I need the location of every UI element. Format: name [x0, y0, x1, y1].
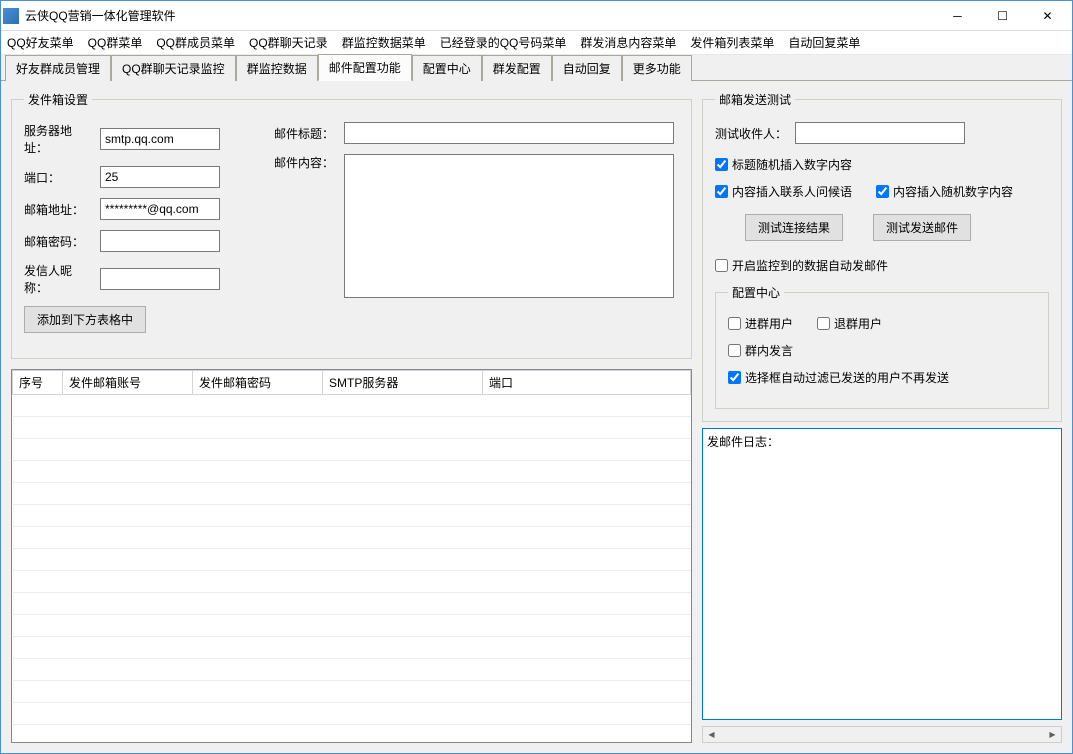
tab-5[interactable]: 群发配置	[482, 55, 552, 81]
table-row[interactable]	[13, 593, 691, 615]
chk-random-subject-label: 标题随机插入数字内容	[732, 156, 852, 173]
email-label: 邮箱地址：	[24, 201, 94, 218]
chk-auto-send[interactable]	[715, 259, 728, 272]
tab-2[interactable]: 群监控数据	[236, 55, 318, 81]
col-header-2[interactable]: 发件邮箱密码	[193, 371, 323, 395]
body-label: 邮件内容：	[274, 154, 338, 171]
server-input[interactable]	[100, 128, 220, 150]
tab-7[interactable]: 更多功能	[622, 55, 692, 81]
table-row[interactable]	[13, 439, 691, 461]
tab-3[interactable]: 邮件配置功能	[318, 54, 412, 81]
tab-0[interactable]: 好友群成员管理	[5, 55, 111, 81]
table-row[interactable]	[13, 417, 691, 439]
chk-leave-user[interactable]	[817, 317, 830, 330]
chk-insert-greeting-label: 内容插入联系人问候语	[732, 183, 852, 200]
server-label: 服务器地址：	[24, 122, 94, 156]
col-header-3[interactable]: SMTP服务器	[323, 371, 483, 395]
menu-item-8[interactable]: 自动回复菜单	[788, 34, 860, 51]
tab-1[interactable]: QQ群聊天记录监控	[111, 55, 236, 81]
scroll-right-icon[interactable]: ▶	[1044, 727, 1061, 742]
log-box[interactable]: 发邮件日志：	[702, 428, 1062, 720]
subject-input[interactable]	[344, 122, 674, 144]
menu-item-3[interactable]: QQ群聊天记录	[249, 34, 328, 51]
tabbar: 好友群成员管理QQ群聊天记录监控群监控数据邮件配置功能配置中心群发配置自动回复更…	[1, 55, 1072, 81]
email-input[interactable]	[100, 198, 220, 220]
password-label: 邮箱密码：	[24, 233, 94, 250]
table-row[interactable]	[13, 681, 691, 703]
menu-item-6[interactable]: 群发消息内容菜单	[580, 34, 676, 51]
chk-insert-random-label: 内容插入随机数字内容	[893, 183, 1013, 200]
test-send-button[interactable]: 测试发送邮件	[873, 214, 971, 241]
col-header-4[interactable]: 端口	[483, 371, 691, 395]
table-row[interactable]	[13, 527, 691, 549]
app-icon	[3, 8, 19, 24]
window-title: 云侠QQ营销一体化管理软件	[25, 7, 935, 24]
sender-table[interactable]: 序号发件邮箱账号发件邮箱密码SMTP服务器端口	[11, 369, 692, 743]
table-row[interactable]	[13, 637, 691, 659]
config-center-group: 配置中心 进群用户 退群用户 群内发言	[715, 284, 1049, 409]
chk-group-speak-label: 群内发言	[745, 342, 793, 359]
sender-settings-group: 发件箱设置 服务器地址： 端口： 邮箱地址：	[11, 91, 692, 359]
menu-item-2[interactable]: QQ群成员菜单	[156, 34, 235, 51]
test-send-group: 邮箱发送测试 测试收件人： 标题随机插入数字内容 内容插入联系人问候语	[702, 91, 1062, 422]
recipient-input[interactable]	[795, 122, 965, 144]
nick-input[interactable]	[100, 268, 220, 290]
table-row[interactable]	[13, 571, 691, 593]
menu-item-1[interactable]: QQ群菜单	[88, 34, 143, 51]
table-row[interactable]	[13, 395, 691, 417]
table-row[interactable]	[13, 703, 691, 725]
add-to-table-button[interactable]: 添加到下方表格中	[24, 306, 146, 333]
maximize-button[interactable]: ☐	[980, 2, 1025, 30]
col-header-0[interactable]: 序号	[13, 371, 63, 395]
config-legend: 配置中心	[728, 284, 784, 301]
menu-item-0[interactable]: QQ好友菜单	[7, 34, 74, 51]
table-row[interactable]	[13, 505, 691, 527]
port-label: 端口：	[24, 169, 94, 186]
scroll-left-icon[interactable]: ◀	[703, 727, 720, 742]
body-textarea[interactable]	[344, 154, 674, 298]
menubar: QQ好友菜单 QQ群菜单 QQ群成员菜单 QQ群聊天记录群监控数据菜单已经登录的QQ号…	[1, 31, 1072, 55]
test-connection-button[interactable]: 测试连接结果	[745, 214, 843, 241]
menu-item-7[interactable]: 发件箱列表菜单	[690, 34, 774, 51]
chk-join-user-label: 进群用户	[745, 315, 793, 332]
titlebar: 云侠QQ营销一体化管理软件 ─ ☐ ✕	[1, 1, 1072, 31]
test-legend: 邮箱发送测试	[715, 91, 795, 108]
close-button[interactable]: ✕	[1025, 2, 1070, 30]
table-row[interactable]	[13, 615, 691, 637]
chk-join-user[interactable]	[728, 317, 741, 330]
chk-group-speak[interactable]	[728, 344, 741, 357]
tab-6[interactable]: 自动回复	[552, 55, 622, 81]
col-header-1[interactable]: 发件邮箱账号	[63, 371, 193, 395]
log-scrollbar[interactable]: ◀ ▶	[702, 726, 1062, 743]
chk-insert-random[interactable]	[876, 185, 889, 198]
chk-leave-user-label: 退群用户	[834, 315, 882, 332]
log-label: 发邮件日志：	[707, 435, 779, 449]
recipient-label: 测试收件人：	[715, 125, 787, 142]
subject-label: 邮件标题：	[274, 125, 338, 142]
minimize-button[interactable]: ─	[935, 2, 980, 30]
chk-filter-label: 选择框自动过滤已发送的用户不再发送	[745, 369, 949, 386]
sender-legend: 发件箱设置	[24, 91, 92, 108]
port-input[interactable]	[100, 166, 220, 188]
menu-item-4[interactable]: 群监控数据菜单	[342, 34, 426, 51]
menu-item-5[interactable]: 已经登录的QQ号码菜单	[440, 34, 567, 51]
table-row[interactable]	[13, 461, 691, 483]
tab-4[interactable]: 配置中心	[412, 55, 482, 81]
nick-label: 发信人昵称：	[24, 262, 94, 296]
password-input[interactable]	[100, 230, 220, 252]
table-row[interactable]	[13, 549, 691, 571]
table-row[interactable]	[13, 483, 691, 505]
table-row[interactable]	[13, 659, 691, 681]
chk-insert-greeting[interactable]	[715, 185, 728, 198]
chk-auto-send-label: 开启监控到的数据自动发邮件	[732, 257, 888, 274]
chk-random-subject[interactable]	[715, 158, 728, 171]
chk-filter[interactable]	[728, 371, 741, 384]
